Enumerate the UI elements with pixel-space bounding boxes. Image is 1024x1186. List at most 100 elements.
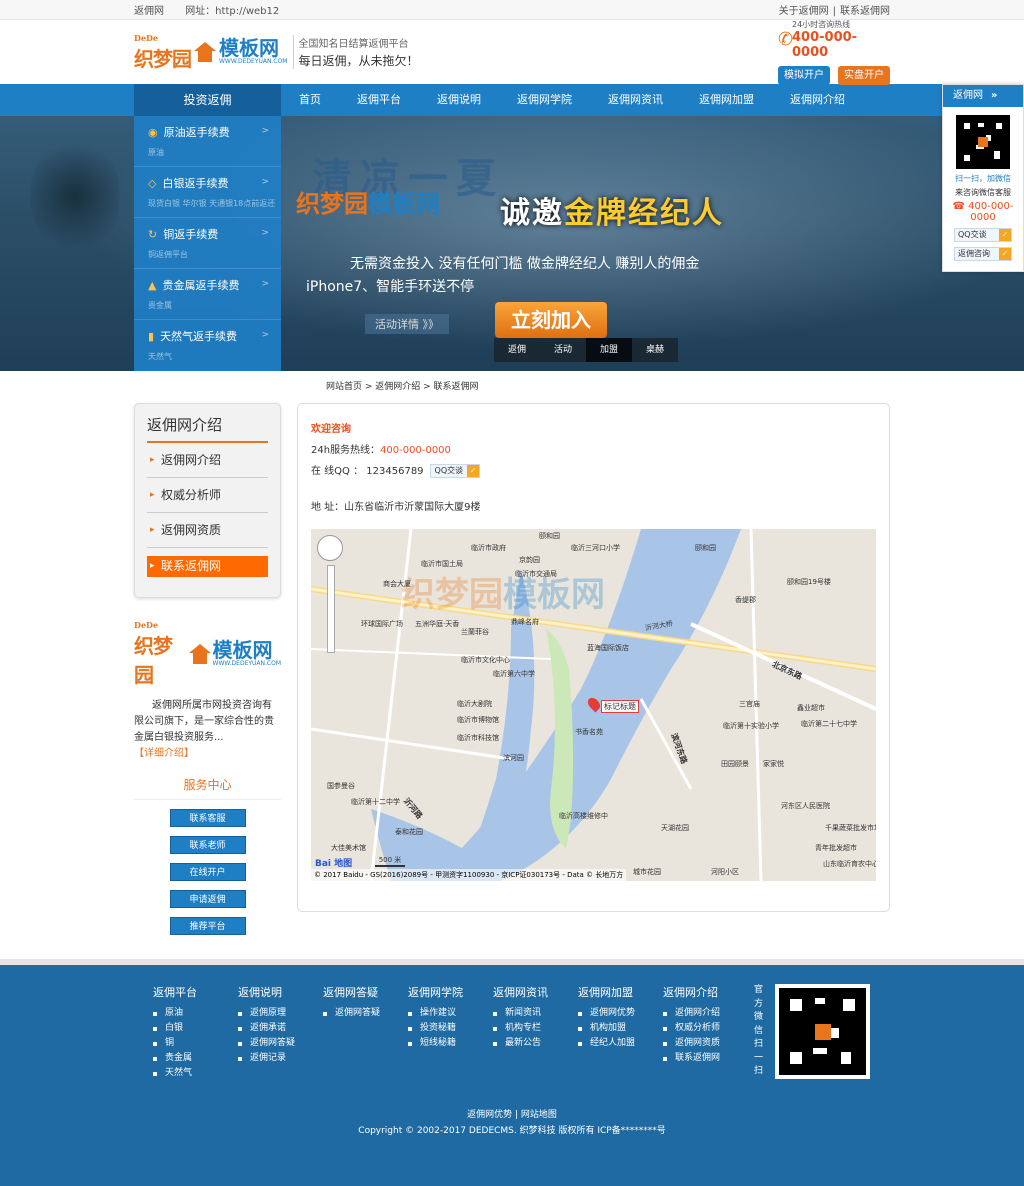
side-menu-item-crude[interactable]: ◉ 原油返手续费 原油 > (134, 116, 281, 167)
chevron-right-icon: > (261, 330, 269, 340)
sidebar-item-contact[interactable]: 联系返佣网 (147, 556, 268, 577)
map-label: 临沂第十实验小学 (723, 722, 779, 730)
footer-column-title[interactable]: 返佣网加盟 (578, 984, 663, 1000)
nav-item-about[interactable]: 返佣网介绍 (790, 84, 845, 116)
side-menu-item-silver[interactable]: ◇ 白银返手续费 现货白银 华尔银 天通银18点前返还 > (134, 167, 281, 218)
address: 地 址：山东省临沂市沂蒙国际大厦9楼 (311, 502, 481, 513)
footer-column-title[interactable]: 返佣网介绍 (663, 984, 748, 1000)
map-scale: 500 米 (375, 855, 405, 867)
nav-item-platform[interactable]: 返佣平台 (357, 84, 401, 116)
footer-link[interactable]: 经纪人加盟 (578, 1036, 663, 1051)
footer-link[interactable]: 联系返佣网 (663, 1051, 748, 1066)
map-label: 三官庙 (739, 700, 760, 708)
footer-link[interactable]: 返佣记录 (238, 1051, 323, 1066)
footer-link[interactable]: 天然气 (153, 1066, 238, 1081)
footer-links[interactable]: 返佣网优势 | 网站地图 (0, 1107, 1024, 1120)
footer-link[interactable]: 返佣网优势 (578, 1006, 663, 1021)
banner-subtitle-2: iPhone7、智能手环送不停 (306, 279, 475, 295)
footer-column-title[interactable]: 返佣网答疑 (323, 984, 408, 1000)
map-label: 山东临沂育农中心 (823, 860, 876, 868)
map-label: 田园颐景 (721, 760, 749, 768)
float-panel-header[interactable]: 返佣网» (943, 85, 1023, 107)
join-now-button[interactable]: 立刻加入 (495, 302, 607, 338)
open-account-button[interactable]: 在线开户 (169, 863, 246, 881)
banner-tab[interactable]: 活动 (540, 338, 586, 362)
map-label: 国参曼谷 (327, 782, 355, 790)
footer-link[interactable]: 权威分析师 (663, 1021, 748, 1036)
footer-link[interactable]: 短线秘籍 (408, 1036, 493, 1051)
side-menu-item-metal[interactable]: ▲ 贵金属返手续费 贵金属 > (134, 269, 281, 320)
apply-rebate-button[interactable]: 申请返佣 (169, 890, 246, 908)
contact-service-button[interactable]: 联系客服 (169, 809, 246, 827)
contact-teacher-button[interactable]: 联系老师 (169, 836, 246, 854)
contact-link[interactable]: 联系返佣网 (840, 6, 890, 17)
house-icon (194, 42, 216, 62)
float-phone: ☎ 400-000-0000 (952, 201, 1014, 223)
footer-link[interactable]: 贵金属 (153, 1051, 238, 1066)
map-zoom-slider[interactable] (327, 565, 335, 653)
footer-column-title[interactable]: 返佣网资讯 (493, 984, 578, 1000)
side-menu-item-gas[interactable]: ▮ 天然气返手续费 天然气 > (134, 320, 281, 371)
footer-link[interactable]: 返佣原理 (238, 1006, 323, 1021)
chevron-right-icon: > (261, 177, 269, 187)
map-label: 泰和花园 (395, 828, 423, 836)
footer-column: 返佣网介绍 返佣网介绍 权威分析师 返佣网资质 联系返佣网 (663, 984, 748, 1081)
footer-link[interactable]: 新闻资讯 (493, 1006, 578, 1021)
map-label: 蓝海国际饭店 (587, 644, 629, 652)
nav-item-academy[interactable]: 返佣网学院 (517, 84, 572, 116)
footer-link[interactable]: 最新公告 (493, 1036, 578, 1051)
demo-account-button[interactable]: 模拟开户 (778, 66, 830, 85)
footer-link[interactable]: 操作建议 (408, 1006, 493, 1021)
footer-link[interactable]: 返佣网答疑 (323, 1006, 408, 1021)
sidebar-item-analyst[interactable]: 权威分析师 (147, 478, 268, 513)
footer-column-title[interactable]: 返佣网学院 (408, 984, 493, 1000)
nav-item-news[interactable]: 返佣网资讯 (608, 84, 663, 116)
map-label: 香缇郡 (735, 596, 756, 604)
qq-chat-button[interactable]: QQ交谈 (954, 228, 1012, 242)
map-label: 临沂第十二中学 (351, 798, 400, 806)
footer-link[interactable]: 机构加盟 (578, 1021, 663, 1036)
map-label: 商会大厦 (383, 580, 411, 588)
consult-button[interactable]: 返佣咨询 (954, 247, 1012, 261)
recommend-platform-button[interactable]: 推荐平台 (169, 917, 246, 935)
real-account-button[interactable]: 实盘开户 (838, 66, 890, 85)
sidebar-logo: DeDe 织梦园 模板网 WWW.DEDEYUAN.COM (134, 620, 281, 687)
map-marker-label[interactable]: 标记标题 (601, 700, 639, 713)
footer-column: 返佣网学院操作建议 投资秘籍 短线秘籍 (408, 984, 493, 1081)
nav-item-home[interactable]: 首页 (299, 84, 321, 116)
banner-subtitle: 无需资金投入 没有任何门槛 做金牌经纪人 赚别人的佣金 (350, 256, 700, 272)
sidebar-item-about[interactable]: 返佣网介绍 (147, 443, 268, 478)
about-link[interactable]: 关于返佣网 (779, 6, 829, 17)
banner-tab[interactable]: 桌赫 (632, 338, 678, 362)
footer-link[interactable]: 投资秘籍 (408, 1021, 493, 1036)
footer-column-title[interactable]: 返佣说明 (238, 984, 323, 1000)
banner-tab[interactable]: 加盟 (586, 338, 632, 362)
map-label: 家家悦 (763, 760, 784, 768)
map-pan-control[interactable] (317, 535, 343, 561)
side-menu-item-copper[interactable]: ↻ 铜返手续费 铜返佣平台 > (134, 218, 281, 269)
banner-details-link[interactable]: 活动详情 》》 (365, 314, 449, 334)
footer-link[interactable]: 白银 (153, 1021, 238, 1036)
details-link[interactable]: 【详细介绍】 (134, 748, 194, 759)
footer-link[interactable]: 原油 (153, 1006, 238, 1021)
footer-link[interactable]: 返佣网资质 (663, 1036, 748, 1051)
palm-tree-image (30, 136, 120, 256)
qq-line: 在 线QQ ： 123456789 QQ交谈 (311, 462, 876, 478)
site-logo[interactable]: DeDe 织梦园 模板网 WWW.DEDEYUAN.COM (134, 33, 287, 72)
nav-invest[interactable]: 投资返佣 (134, 84, 281, 116)
sidebar-title: 返佣网介绍 (147, 412, 268, 443)
footer-link[interactable]: 铜 (153, 1036, 238, 1051)
footer-link[interactable]: 返佣网介绍 (663, 1006, 748, 1021)
banner-tab[interactable]: 返佣 (494, 338, 540, 362)
sidebar-item-qualification[interactable]: 返佣网资质 (147, 513, 268, 548)
footer-column-title[interactable]: 返佣平台 (153, 984, 238, 1000)
footer-link[interactable]: 返佣承诺 (238, 1021, 323, 1036)
nav-item-explain[interactable]: 返佣说明 (437, 84, 481, 116)
footer-link[interactable]: 机构专栏 (493, 1021, 578, 1036)
site-name-link[interactable]: 返佣网 (134, 6, 164, 17)
qq-chat-button[interactable]: QQ交谈 (429, 464, 481, 478)
baidu-map[interactable]: 织梦园模板网 临沂市政府 颐和园 临沂市国土局 京韵园 临沂三河口小学 颐和园 … (311, 529, 876, 881)
map-label: 京韵园 (519, 556, 540, 564)
nav-item-join[interactable]: 返佣网加盟 (699, 84, 754, 116)
footer-link[interactable]: 返佣网答疑 (238, 1036, 323, 1051)
